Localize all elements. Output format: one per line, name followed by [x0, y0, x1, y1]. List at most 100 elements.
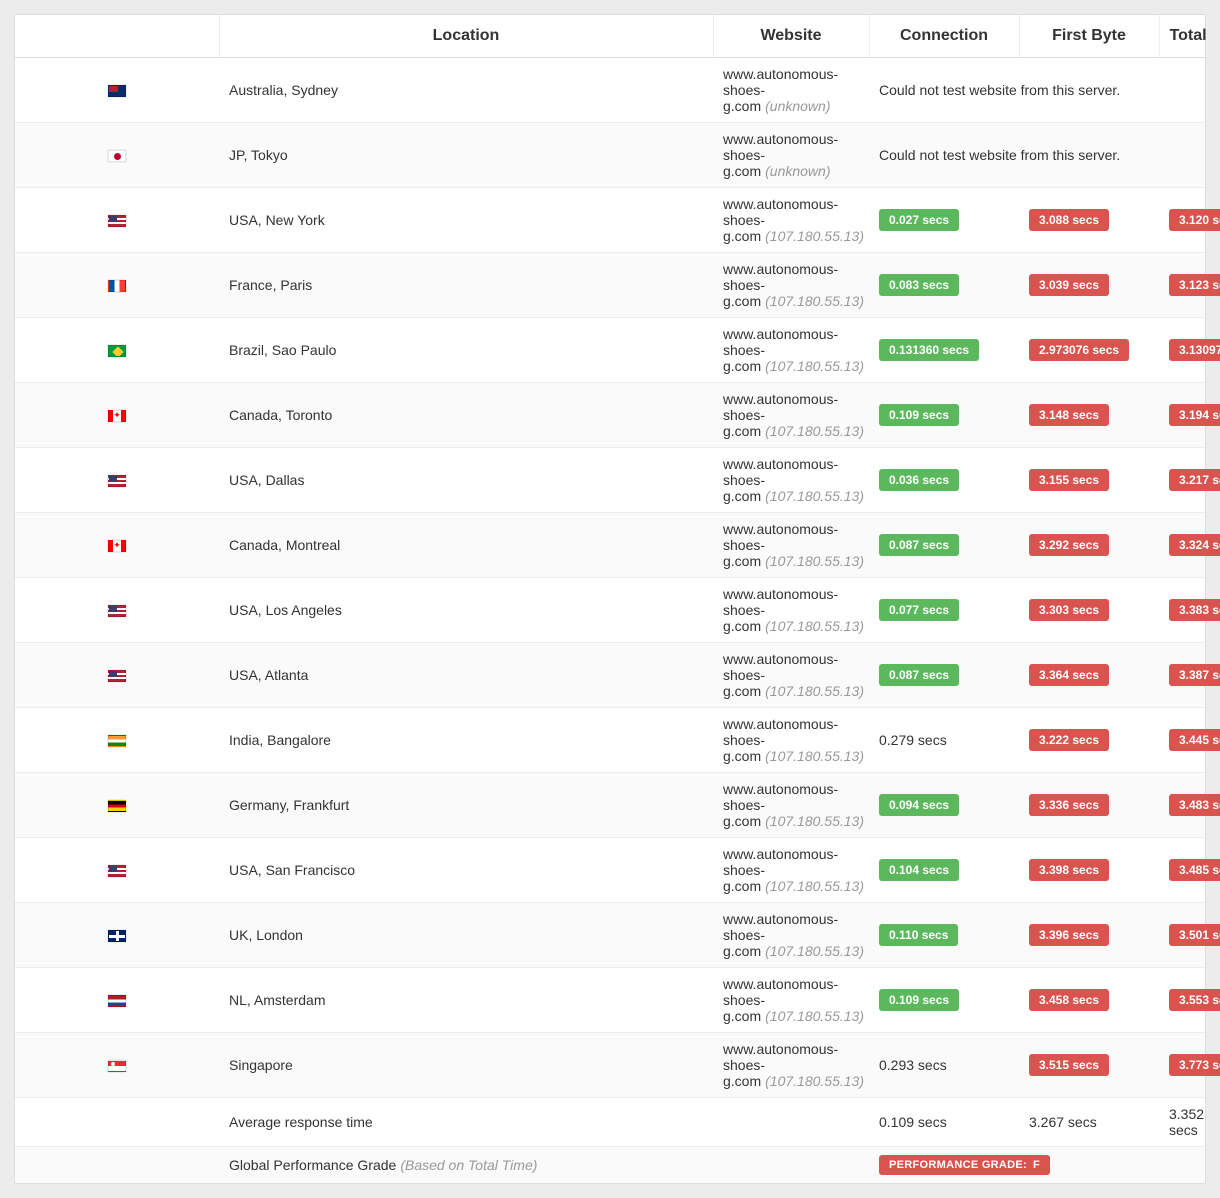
table-row: USA, Atlantawww.autonomous-shoes-g.com(1…	[15, 643, 1205, 708]
performance-grade-label: PERFORMANCE GRADE:	[889, 1159, 1027, 1171]
first-byte-cell: 3.292 secs	[1019, 513, 1159, 578]
first-byte-badge: 3.303 secs	[1029, 599, 1109, 621]
average-label: Average response time	[219, 1098, 869, 1147]
connection-cell: 0.293 secs	[869, 1033, 1019, 1098]
flag-cell	[15, 578, 219, 643]
table-row: Germany, Frankfurtwww.autonomous-shoes-g…	[15, 773, 1205, 838]
location-cell: Canada, Montreal	[219, 513, 713, 578]
first-byte-cell: 3.148 secs	[1019, 383, 1159, 448]
flag-icon	[108, 410, 126, 422]
connection-badge: 0.027 secs	[879, 209, 959, 231]
flag-icon	[108, 800, 126, 812]
flag-cell	[15, 903, 219, 968]
connection-value: 0.279 secs	[879, 732, 947, 748]
location-cell: USA, Los Angeles	[219, 578, 713, 643]
first-byte-cell: 3.336 secs	[1019, 773, 1159, 838]
website-cell: www.autonomous-shoes-g.com(unknown)	[713, 58, 869, 123]
total-badge: 3.483 secs	[1169, 794, 1220, 816]
performance-grade-letter: F	[1033, 1159, 1040, 1171]
table-row: Singaporewww.autonomous-shoes-g.com(107.…	[15, 1033, 1205, 1098]
total-cell: 3.324 secs	[1159, 513, 1205, 578]
flag-cell	[15, 58, 219, 123]
website-ip: (107.180.55.13)	[765, 878, 864, 894]
total-cell: 3.120 secs	[1159, 188, 1205, 253]
flag-icon	[108, 605, 126, 617]
first-byte-badge: 3.398 secs	[1029, 859, 1109, 881]
latency-results-table: Location Website Connection First Byte T…	[14, 14, 1206, 1184]
first-byte-cell: 3.155 secs	[1019, 448, 1159, 513]
total-cell: 3.773 secs	[1159, 1033, 1205, 1098]
table-row: Australia, Sydneywww.autonomous-shoes-g.…	[15, 58, 1205, 123]
table-row: Canada, Torontowww.autonomous-shoes-g.co…	[15, 383, 1205, 448]
connection-badge: 0.087 secs	[879, 534, 959, 556]
grade-label: Global Performance Grade	[229, 1157, 396, 1173]
table-row: USA, New Yorkwww.autonomous-shoes-g.com(…	[15, 188, 1205, 253]
flag-cell	[15, 968, 219, 1033]
flag-cell	[15, 318, 219, 383]
website-ip: (107.180.55.13)	[765, 1073, 864, 1089]
col-connection[interactable]: Connection	[869, 15, 1019, 58]
flag-cell	[15, 838, 219, 903]
total-cell: 3.483 secs	[1159, 773, 1205, 838]
website-cell: www.autonomous-shoes-g.com(unknown)	[713, 123, 869, 188]
flag-cell	[15, 513, 219, 578]
connection-badge: 0.109 secs	[879, 404, 959, 426]
total-cell: 3.130970 secs	[1159, 318, 1205, 383]
connection-badge: 0.104 secs	[879, 859, 959, 881]
flag-icon	[108, 540, 126, 552]
website-ip: (107.180.55.13)	[765, 748, 864, 764]
location-cell: USA, San Francisco	[219, 838, 713, 903]
location-cell: USA, Atlanta	[219, 643, 713, 708]
website-cell: www.autonomous-shoes-g.com(107.180.55.13…	[713, 903, 869, 968]
average-connection: 0.109 secs	[869, 1098, 1019, 1147]
first-byte-cell: 3.222 secs	[1019, 708, 1159, 773]
connection-cell: 0.109 secs	[869, 968, 1019, 1033]
average-row: Average response time0.109 secs3.267 sec…	[15, 1098, 1205, 1147]
location-cell: Brazil, Sao Paulo	[219, 318, 713, 383]
total-badge: 3.123 secs	[1169, 274, 1220, 296]
connection-cell: 0.036 secs	[869, 448, 1019, 513]
location-cell: Canada, Toronto	[219, 383, 713, 448]
connection-cell: 0.109 secs	[869, 383, 1019, 448]
error-cell: Could not test website from this server.	[869, 58, 1205, 123]
connection-cell: 0.083 secs	[869, 253, 1019, 318]
connection-cell: 0.110 secs	[869, 903, 1019, 968]
total-cell: 3.194 secs	[1159, 383, 1205, 448]
website-cell: www.autonomous-shoes-g.com(107.180.55.13…	[713, 838, 869, 903]
flag-cell	[15, 448, 219, 513]
table-row: Brazil, Sao Paulowww.autonomous-shoes-g.…	[15, 318, 1205, 383]
col-total[interactable]: Total	[1159, 15, 1205, 58]
col-location[interactable]: Location	[219, 15, 713, 58]
connection-badge: 0.110 secs	[879, 924, 958, 946]
col-website[interactable]: Website	[713, 15, 869, 58]
website-ip: (107.180.55.13)	[765, 943, 864, 959]
website-ip: (107.180.55.13)	[765, 358, 864, 374]
website-cell: www.autonomous-shoes-g.com(107.180.55.13…	[713, 448, 869, 513]
website-cell: www.autonomous-shoes-g.com(107.180.55.13…	[713, 513, 869, 578]
flag-cell	[15, 773, 219, 838]
table-row: UK, Londonwww.autonomous-shoes-g.com(107…	[15, 903, 1205, 968]
col-first-byte[interactable]: First Byte	[1019, 15, 1159, 58]
total-badge: 3.194 secs	[1169, 404, 1220, 426]
connection-badge: 0.131360 secs	[879, 339, 979, 361]
total-badge: 3.217 secs	[1169, 469, 1220, 491]
total-cell: 3.445 secs	[1159, 708, 1205, 773]
first-byte-badge: 3.396 secs	[1029, 924, 1109, 946]
table-row: USA, San Franciscowww.autonomous-shoes-g…	[15, 838, 1205, 903]
first-byte-badge: 2.973076 secs	[1029, 339, 1129, 361]
website-cell: www.autonomous-shoes-g.com(107.180.55.13…	[713, 578, 869, 643]
flag-cell	[15, 643, 219, 708]
website-ip: (107.180.55.13)	[765, 293, 864, 309]
connection-cell: 0.094 secs	[869, 773, 1019, 838]
first-byte-badge: 3.364 secs	[1029, 664, 1109, 686]
location-cell: France, Paris	[219, 253, 713, 318]
flag-icon	[108, 85, 126, 97]
total-cell: 3.501 secs	[1159, 903, 1205, 968]
total-cell: 3.123 secs	[1159, 253, 1205, 318]
connection-badge: 0.036 secs	[879, 469, 959, 491]
location-cell: USA, New York	[219, 188, 713, 253]
first-byte-cell: 3.396 secs	[1019, 903, 1159, 968]
flag-icon	[108, 995, 126, 1007]
first-byte-badge: 3.336 secs	[1029, 794, 1109, 816]
flag-cell	[15, 188, 219, 253]
